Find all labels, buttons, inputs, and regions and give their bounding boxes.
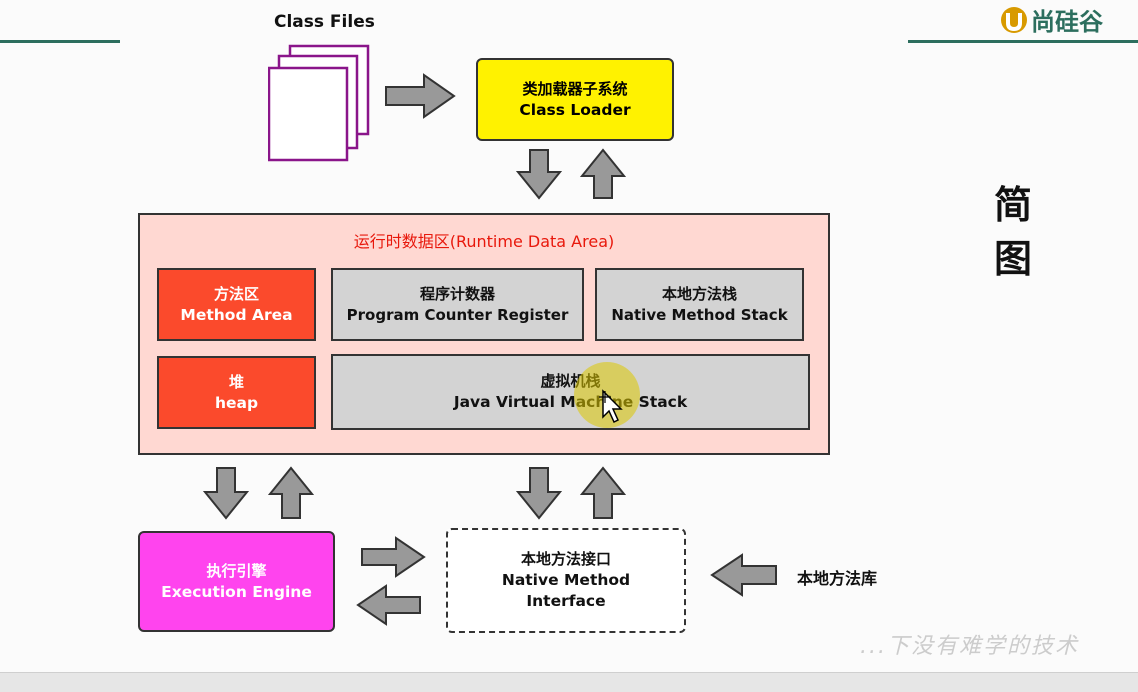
class-files-icon — [267, 44, 372, 166]
arrow-up-icon — [580, 148, 626, 199]
heap-box: 堆 heap — [157, 356, 316, 429]
brand-logo-text: 尚硅谷 — [1031, 8, 1103, 36]
bottom-bar — [0, 672, 1138, 692]
method-area-box: 方法区 Method Area — [157, 268, 316, 341]
pc-register-cn: 程序计数器 — [419, 284, 495, 303]
arrow-right-icon — [385, 73, 456, 119]
heap-en: heap — [214, 393, 259, 412]
heap-cn: 堆 — [228, 372, 244, 391]
native-interface-en1: Native Method — [501, 571, 631, 589]
method-area-cn: 方法区 — [213, 284, 259, 303]
execution-engine-box: 执行引擎 Execution Engine — [138, 531, 335, 632]
class-loader-cn: 类加载器子系统 — [522, 79, 628, 98]
arrow-left-icon — [356, 584, 421, 626]
side-title: 简 图 — [994, 178, 1032, 286]
header-line-right — [908, 40, 1138, 43]
native-library-label: 本地方法库 — [797, 569, 878, 588]
arrow-right-icon — [361, 536, 426, 578]
native-interface-cn: 本地方法接口 — [520, 550, 611, 568]
jvm-stack-box: 虚拟机栈 Java Virtual Machine Stack — [331, 354, 810, 430]
arrow-left-icon — [710, 553, 777, 597]
method-area-en: Method Area — [180, 305, 293, 324]
mouse-cursor-icon — [599, 389, 623, 424]
brand-logo-icon — [1001, 6, 1027, 33]
native-stack-en: Native Method Stack — [611, 305, 788, 324]
execution-engine-cn: 执行引擎 — [206, 561, 267, 580]
watermark: ...下没有难学的技术 — [860, 634, 1079, 659]
brand-logo: 尚硅谷 — [1000, 2, 1103, 37]
arrow-down-icon — [516, 149, 562, 200]
arrow-up-icon — [580, 466, 626, 519]
native-stack-cn: 本地方法栈 — [661, 284, 737, 303]
jvm-stack-en: Java Virtual Machine Stack — [453, 393, 688, 411]
class-loader-box: 类加载器子系统 Class Loader — [476, 58, 674, 141]
side-title-line1: 简 — [994, 183, 1033, 227]
arrow-up-icon — [268, 466, 314, 519]
native-interface-box: 本地方法接口 Native Method Interface — [446, 528, 686, 633]
native-stack-box: 本地方法栈 Native Method Stack — [595, 268, 804, 341]
pc-register-en: Program Counter Register — [346, 305, 569, 324]
arrow-down-icon — [203, 467, 249, 520]
side-title-line2: 图 — [994, 237, 1033, 281]
class-loader-en: Class Loader — [519, 100, 631, 119]
execution-engine-en: Execution Engine — [161, 582, 312, 601]
arrow-down-icon — [516, 467, 562, 520]
native-interface-en2: Interface — [526, 592, 606, 610]
runtime-area-title: 运行时数据区(Runtime Data Area) — [353, 232, 615, 251]
header-line-left — [0, 40, 120, 43]
pc-register-box: 程序计数器 Program Counter Register — [331, 268, 584, 341]
class-files-label: Class Files — [274, 12, 375, 32]
